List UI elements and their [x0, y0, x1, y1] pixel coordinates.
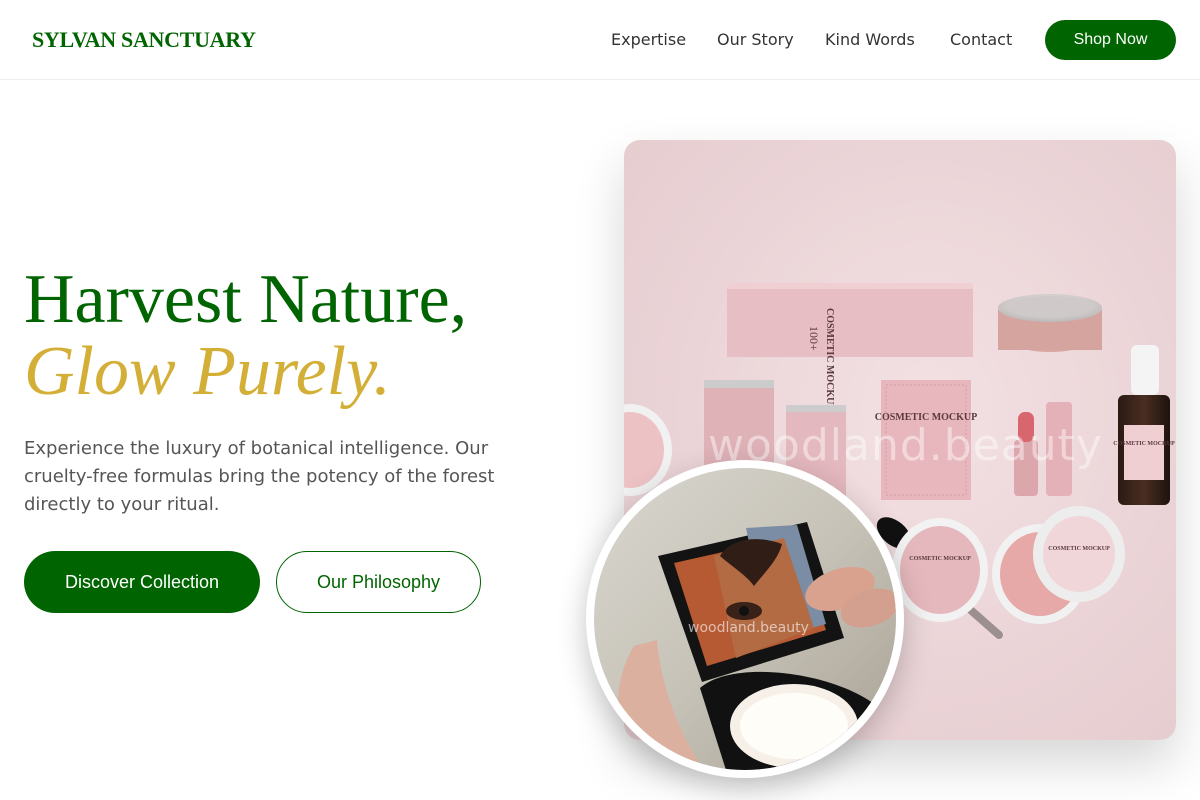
compact-mirror-illustration [618, 522, 896, 770]
site-header: SYLVAN SANCTUARY Expertise Our Story Kin… [0, 0, 1200, 80]
mirror-watermark: woodland.beauty [688, 620, 809, 636]
brand-logo[interactable]: SYLVAN SANCTUARY [32, 27, 256, 53]
nav-link-our-story[interactable]: Our Story [717, 30, 794, 49]
dropper-bottle: COSMETIC MOCKUP [1113, 345, 1175, 505]
svg-text:100+: 100+ [807, 326, 821, 351]
svg-text:COSMETIC MOCKUP: COSMETIC MOCKUP [824, 308, 835, 411]
svg-text:COSMETIC MOCKUP: COSMETIC MOCKUP [1113, 441, 1175, 447]
svg-text:COSMETIC MOCKUP: COSMETIC MOCKUP [909, 556, 971, 562]
nav-link-expertise[interactable]: Expertise [611, 30, 686, 49]
mirror-photo-circle: woodland.beauty [586, 460, 904, 778]
small-jar: COSMETIC MOCKUP [892, 518, 988, 622]
headline-line-1: Harvest Nature, [24, 261, 468, 338]
hero-subtitle: Experience the luxury of botanical intel… [24, 438, 495, 515]
our-philosophy-button[interactable]: Our Philosophy [276, 551, 481, 613]
discover-collection-button[interactable]: Discover Collection [24, 551, 260, 613]
jar-lid: COSMETIC MOCKUP [1033, 506, 1125, 602]
hero-headline: Harvest Nature, Glow Purely. [24, 264, 467, 408]
svg-text:COSMETIC MOCKUP: COSMETIC MOCKUP [1048, 546, 1110, 552]
nav-link-kind-words[interactable]: Kind Words [825, 30, 915, 49]
nav-link-contact[interactable]: Contact [950, 30, 1012, 49]
headline-line-2: Glow Purely. [24, 333, 391, 410]
mirror-photo: woodland.beauty [594, 468, 896, 770]
shop-now-button[interactable]: Shop Now [1045, 20, 1176, 60]
powder-jar [998, 294, 1102, 352]
